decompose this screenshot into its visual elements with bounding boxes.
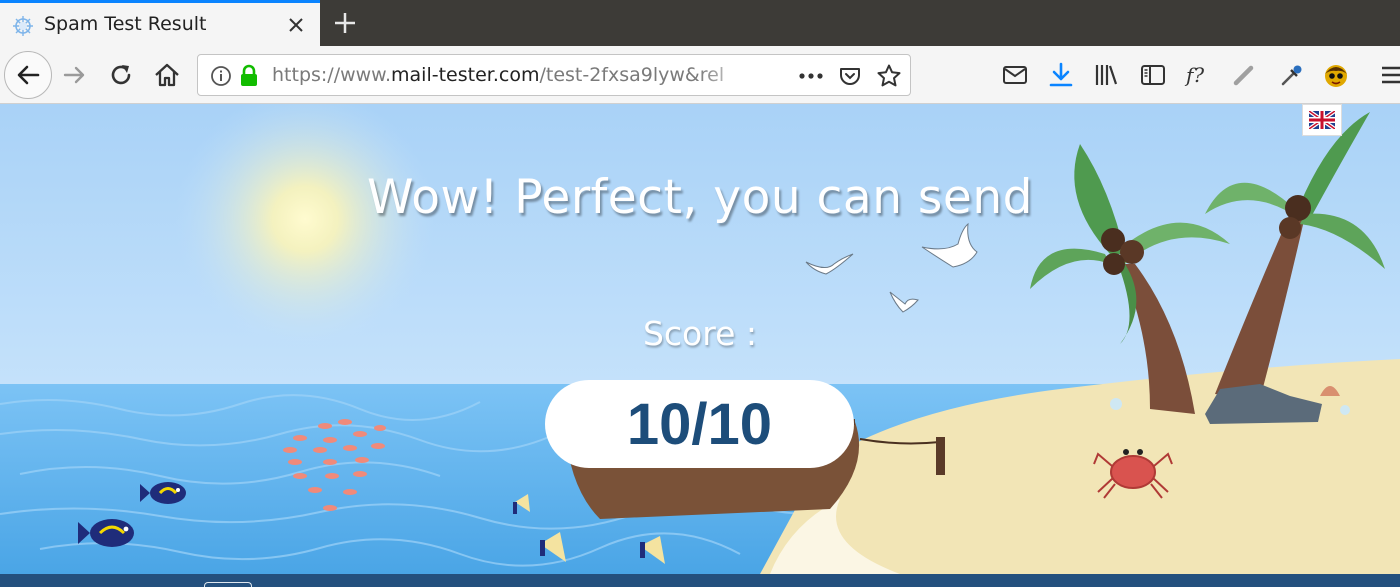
pencil-icon[interactable] [1231,62,1257,88]
reload-icon [111,65,131,85]
url-prefix: https://www. [272,64,392,86]
download-icon[interactable] [1048,61,1074,89]
plus-icon[interactable] [330,8,360,38]
back-button[interactable] [4,51,52,99]
more-icon[interactable] [798,66,824,86]
url-bar[interactable]: https://www.mail-tester.com/test-2fxsa9l… [197,54,911,96]
reload-button[interactable] [106,60,136,90]
library-icon[interactable] [1093,62,1119,88]
page-content: Wow! Perfect, you can send Score : 10/10 [0,104,1400,574]
info-icon[interactable] [210,65,232,87]
tab-title: Spam Test Result [44,13,207,35]
home-button[interactable] [151,60,183,90]
result-headline: Wow! Perfect, you can send [367,170,1033,225]
pocket-icon[interactable] [838,64,862,88]
sidebar-icon[interactable] [1140,63,1166,87]
star-icon[interactable] [876,63,902,89]
tab-spam-test-result[interactable]: Spam Test Result [0,0,320,46]
score-label: Score : [642,314,758,353]
svg-text:f?: f? [1184,63,1204,87]
url-text: https://www.mail-tester.com/test-2fxsa9l… [272,64,752,86]
font-finder-icon[interactable]: f? [1184,61,1214,89]
mail-icon[interactable] [1002,63,1028,87]
forward-button[interactable] [60,60,90,90]
url-fade [698,59,758,91]
lock-icon[interactable] [238,64,260,88]
score-value: 10/10 [626,391,773,457]
mooring-post [936,437,945,475]
language-selector[interactable] [1302,104,1342,136]
url-domain: mail-tester.com [391,64,540,86]
tab-strip: Spam Test Result [0,0,1400,46]
navigation-toolbar: https://www.mail-tester.com/test-2fxsa9l… [0,46,1400,104]
eyedropper-icon[interactable] [1278,61,1304,89]
back-arrow-icon [17,65,40,85]
shell-small [1110,398,1122,410]
footer-tab-outline [204,582,252,587]
close-icon[interactable] [284,13,308,37]
hamburger-menu-icon[interactable] [1378,64,1400,86]
url-path: /test-2fxsa9lyw&rel [539,64,725,86]
shell-small-2 [1340,405,1350,415]
home-icon [155,63,179,87]
forward-arrow-icon [63,66,85,84]
avatar-icon[interactable] [1322,62,1350,88]
uk-flag-icon [1309,111,1335,129]
favicon-icon [13,16,33,36]
score-badge: 10/10 [545,380,854,468]
